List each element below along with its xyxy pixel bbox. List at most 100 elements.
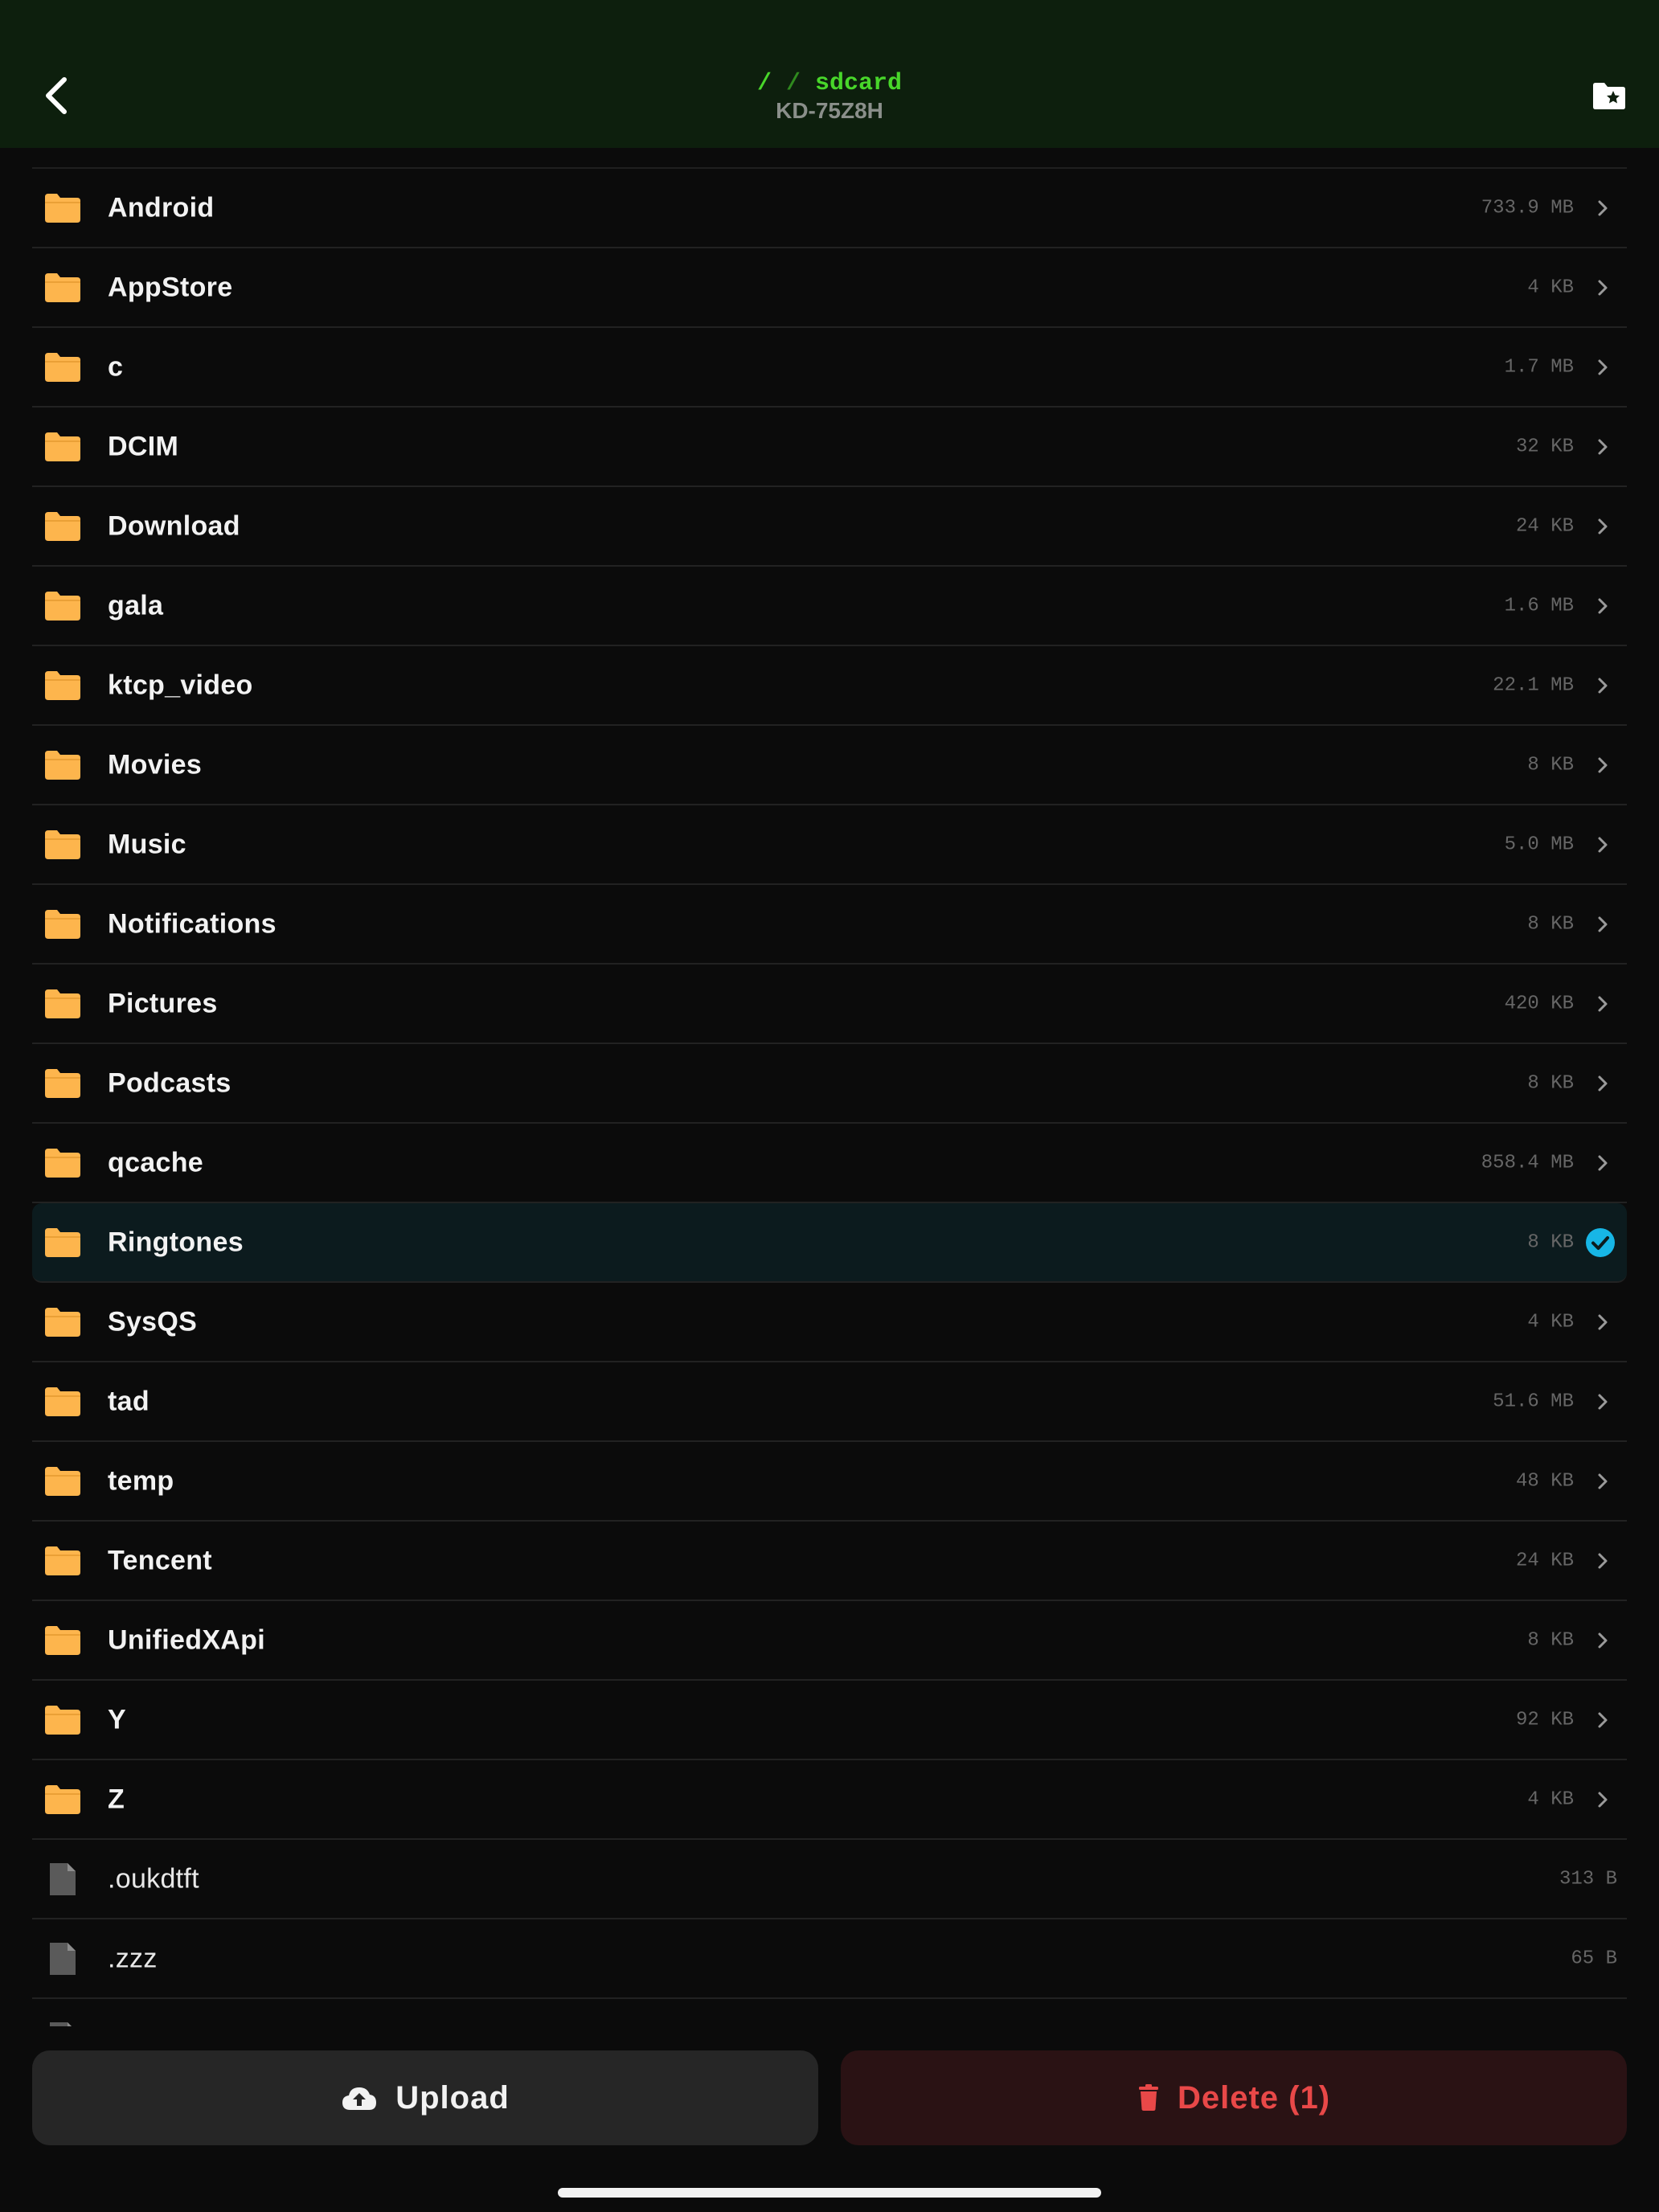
- file-icon: [47, 1862, 79, 1897]
- item-size: 1.7 MB: [1504, 356, 1574, 378]
- item-size: 24 KB: [1515, 1550, 1574, 1571]
- chevron-right-icon: [1596, 437, 1609, 457]
- home-indicator[interactable]: [558, 2188, 1101, 2198]
- item-size: 8 KB: [1527, 913, 1574, 935]
- chevron-right-icon: [1596, 1551, 1609, 1571]
- delete-button[interactable]: Delete (1): [841, 2050, 1627, 2145]
- folder-row[interactable]: Y 92 KB: [32, 1681, 1627, 1760]
- item-name: temp: [108, 1465, 174, 1496]
- folder-icon: [43, 1704, 82, 1736]
- bookmark-folder-button[interactable]: [1591, 80, 1627, 111]
- folder-row[interactable]: Tencent 24 KB: [32, 1522, 1627, 1601]
- chevron-right-icon: [1596, 756, 1609, 775]
- folder-icon: [43, 1784, 82, 1816]
- folder-icon: [43, 1067, 82, 1100]
- item-name: Notifications: [108, 908, 276, 939]
- file-row[interactable]: .oukdtft 313 B: [32, 1840, 1627, 1919]
- item-size: 1.6 MB: [1504, 595, 1574, 616]
- folder-row[interactable]: Ringtones 8 KB: [32, 1203, 1627, 1283]
- folder-row[interactable]: Notifications 8 KB: [32, 885, 1627, 965]
- item-name: Music: [108, 829, 186, 859]
- breadcrumb-root[interactable]: /: [757, 70, 772, 97]
- folder-row[interactable]: DCIM 32 KB: [32, 408, 1627, 487]
- folder-row[interactable]: Pictures 420 KB: [32, 965, 1627, 1044]
- item-size: 22.1 MB: [1493, 674, 1574, 696]
- file-row[interactable]: [32, 1999, 1627, 2026]
- folder-row[interactable]: Movies 8 KB: [32, 726, 1627, 805]
- top-bar: / / sdcard KD-75Z8H: [0, 0, 1659, 148]
- chevron-right-icon: [1596, 1074, 1609, 1093]
- item-name: Download: [108, 510, 240, 541]
- item-size: 733.9 MB: [1481, 197, 1574, 219]
- item-name: DCIM: [108, 431, 179, 461]
- folder-icon: [43, 908, 82, 940]
- folder-icon: [43, 351, 82, 383]
- item-size: 51.6 MB: [1493, 1391, 1574, 1412]
- item-size: 4 KB: [1527, 276, 1574, 298]
- item-size: 4 KB: [1527, 1311, 1574, 1333]
- file-list[interactable]: Android 733.9 MB AppStore 4 KB c 1.7 MB DCIM 32…: [32, 167, 1627, 2026]
- folder-row[interactable]: Android 733.9 MB: [32, 169, 1627, 248]
- item-size: 48 KB: [1515, 1470, 1574, 1492]
- folder-row[interactable]: UnifiedXApi 8 KB: [32, 1601, 1627, 1681]
- folder-icon: [43, 272, 82, 304]
- folder-row[interactable]: Music 5.0 MB: [32, 805, 1627, 885]
- item-name: UnifiedXApi: [108, 1624, 265, 1655]
- item-size: 8 KB: [1527, 1231, 1574, 1253]
- breadcrumb-separator: /: [785, 70, 801, 97]
- folder-row[interactable]: Download 24 KB: [32, 487, 1627, 567]
- item-name: Podcasts: [108, 1067, 231, 1098]
- folder-row[interactable]: temp 48 KB: [32, 1442, 1627, 1522]
- item-name: qcache: [108, 1147, 203, 1178]
- folder-icon: [43, 1465, 82, 1497]
- folder-icon: [43, 1624, 82, 1657]
- item-size: 858.4 MB: [1481, 1152, 1574, 1174]
- item-name: .zzz: [108, 1943, 158, 1973]
- breadcrumb: / / sdcard: [0, 69, 1659, 98]
- folder-icon: [43, 1147, 82, 1179]
- folder-star-icon: [1593, 83, 1625, 109]
- item-name: .oukdtft: [108, 1863, 199, 1894]
- check-circle-icon[interactable]: [1585, 1227, 1616, 1258]
- item-size: 92 KB: [1515, 1709, 1574, 1731]
- file-icon: [47, 1941, 79, 1976]
- chevron-right-icon: [1596, 1710, 1609, 1730]
- chevron-right-icon: [1596, 596, 1609, 616]
- item-size: 65 B: [1571, 1948, 1617, 1969]
- folder-icon: [43, 1227, 82, 1259]
- upload-label: Upload: [395, 2079, 510, 2116]
- folder-row[interactable]: tad 51.6 MB: [32, 1362, 1627, 1442]
- item-name: Z: [108, 1784, 125, 1814]
- item-name: Y: [108, 1704, 126, 1735]
- folder-row[interactable]: Z 4 KB: [32, 1760, 1627, 1840]
- item-size: 24 KB: [1515, 515, 1574, 537]
- item-size: 8 KB: [1527, 754, 1574, 776]
- item-name: SysQS: [108, 1306, 198, 1337]
- folder-icon: [43, 1306, 82, 1338]
- folder-icon: [43, 1386, 82, 1418]
- chevron-right-icon: [1596, 1153, 1609, 1173]
- chevron-right-icon: [1596, 676, 1609, 695]
- folder-row[interactable]: c 1.7 MB: [32, 328, 1627, 408]
- chevron-right-icon: [1596, 994, 1609, 1014]
- folder-row[interactable]: qcache 858.4 MB: [32, 1124, 1627, 1203]
- folder-row[interactable]: AppStore 4 KB: [32, 248, 1627, 328]
- folder-row[interactable]: SysQS 4 KB: [32, 1283, 1627, 1362]
- item-name: Android: [108, 192, 215, 223]
- breadcrumb-current: sdcard: [815, 70, 903, 97]
- item-size: 8 KB: [1527, 1072, 1574, 1094]
- folder-icon: [43, 670, 82, 702]
- folder-row[interactable]: Podcasts 8 KB: [32, 1044, 1627, 1124]
- folder-row[interactable]: gala 1.6 MB: [32, 567, 1627, 646]
- item-size: 420 KB: [1504, 993, 1574, 1014]
- upload-button[interactable]: Upload: [32, 2050, 818, 2145]
- chevron-right-icon: [1596, 1790, 1609, 1809]
- cloud-upload-icon: [342, 2087, 377, 2110]
- chevron-right-icon: [1596, 915, 1609, 934]
- item-name: gala: [108, 590, 164, 621]
- item-size: 4 KB: [1527, 1788, 1574, 1810]
- item-name: Tencent: [108, 1545, 212, 1575]
- folder-row[interactable]: ktcp_video 22.1 MB: [32, 646, 1627, 726]
- chevron-right-icon: [1596, 358, 1609, 377]
- file-row[interactable]: .zzz 65 B: [32, 1919, 1627, 1999]
